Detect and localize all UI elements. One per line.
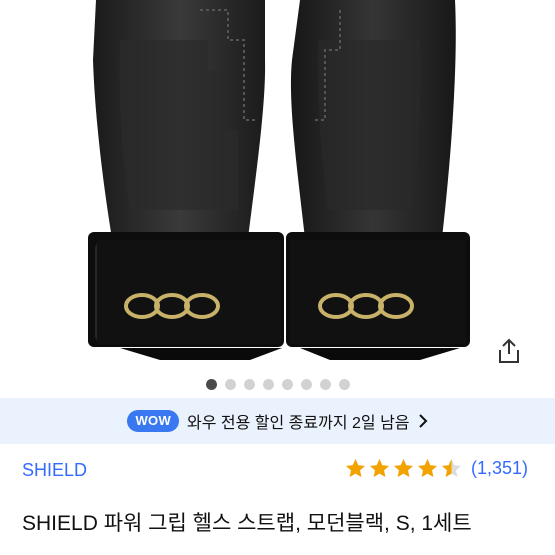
carousel-dot[interactable] [262, 378, 274, 390]
star-icon [418, 459, 437, 477]
carousel-dot[interactable] [205, 378, 217, 390]
product-image[interactable] [0, 0, 555, 370]
product-title: SHIELD 파워 그립 헬스 스트랩, 모던블랙, S, 1세트 [22, 512, 472, 535]
carousel-dots [0, 376, 555, 392]
share-icon [499, 338, 519, 363]
carousel-dot[interactable] [300, 378, 312, 390]
wow-promo-banner[interactable]: WOW 와우 전용 할인 종료까지 2일 남음 [0, 398, 555, 444]
star-icon [346, 459, 365, 477]
star-icon [442, 459, 461, 477]
share-button[interactable] [492, 334, 526, 368]
rating[interactable]: (1,351) [345, 458, 528, 479]
carousel-dot[interactable] [338, 378, 350, 390]
brand-link[interactable]: SHIELD [22, 460, 87, 481]
carousel-dot[interactable] [319, 378, 331, 390]
star-icon [394, 459, 413, 477]
carousel-dot[interactable] [224, 378, 236, 390]
product-photo [88, 0, 470, 360]
star-icon [370, 459, 389, 477]
rating-stars [345, 458, 465, 479]
promo-text: 와우 전용 할인 종료까지 2일 남음 [187, 415, 410, 432]
carousel-dot[interactable] [243, 378, 255, 390]
wow-badge: WOW [127, 410, 180, 432]
seller-row: SHIELD (1,351) [0, 456, 555, 486]
review-count[interactable]: (1,351) [471, 458, 528, 479]
chevron-right-icon [418, 414, 428, 428]
carousel-dot[interactable] [281, 378, 293, 390]
